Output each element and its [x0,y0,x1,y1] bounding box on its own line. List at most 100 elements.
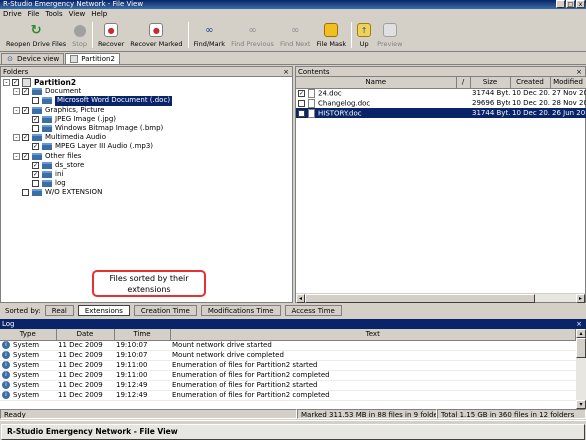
sort-creation-time-button[interactable]: Creation Time [133,305,197,316]
close-button[interactable]: x [576,0,585,8]
file-created: 10 Dec 20... [512,99,550,107]
checkbox[interactable]: ✓ [12,79,19,87]
sort-modifications-time-button[interactable]: Modifications Time [200,305,281,316]
log-column-type[interactable]: Type [0,329,57,341]
find-next-button[interactable]: ∞ Find Next [277,19,314,50]
tree-node[interactable]: - ✓ Document [1,87,292,96]
log-vertical-scrollbar[interactable]: ▴ ▾ [576,329,586,409]
log-row[interactable]: i System 11 Dec 2009 19:12:49 Enumeration of… [0,390,576,401]
column-created[interactable]: Created [510,77,551,89]
checkbox[interactable]: ✓ [32,115,39,123]
checkbox[interactable]: ✓ [298,89,305,97]
reopen-drive-files-button[interactable]: ↻ Reopen Drive Files [3,19,69,50]
contents-horizontal-scrollbar[interactable]: ◂ ▸ [296,293,585,303]
folders-close-icon[interactable]: × [283,67,289,77]
log-row[interactable]: i System 11 Dec 2009 19:12:49 Enumeration of… [0,380,576,391]
sort-real-button[interactable]: Real [44,305,74,316]
checkbox[interactable]: ✓ [32,161,39,169]
document-icon [308,88,315,98]
scroll-up-icon[interactable]: ▴ [576,329,586,338]
checkbox[interactable]: ✓ [22,134,29,142]
recover-icon: ● [104,23,119,37]
scrollbar-thumb[interactable] [576,338,586,358]
checkbox[interactable]: ✓ [32,143,39,151]
minimize-button[interactable]: _ [556,0,565,8]
log-row[interactable]: i System 11 Dec 2009 19:10:07 Mount network … [0,340,576,351]
tree-node[interactable]: ✓ ini [1,170,292,179]
log-row[interactable]: i System 11 Dec 2009 19:10:07 Mount network … [0,350,576,361]
log-row[interactable]: i System 11 Dec 2009 19:11:00 Enumeration of… [0,370,576,381]
scrollbar-thumb[interactable] [305,294,535,303]
checkbox[interactable] [32,97,39,105]
checkbox[interactable]: ✓ [22,152,29,160]
checkbox[interactable]: ✓ [32,170,39,178]
tree-node[interactable]: W/O EXTENSION [1,188,292,197]
reopen-icon: ↻ [30,22,42,38]
collapse-icon[interactable]: - [13,134,20,142]
checkbox[interactable]: ✓ [22,106,29,114]
stop-button[interactable]: Stop [69,19,90,50]
tree-node[interactable]: - ✓ Multimedia Audio [1,133,292,142]
tree-node[interactable]: ✓ ds_store [1,161,292,170]
menu-view[interactable]: View [69,9,86,19]
file-row[interactable]: ✓ 24.doc 31744 Byt...10 Dec 20...27 Nov 20 [296,88,586,98]
tree-node[interactable]: - ✓ Other files [1,152,292,161]
column-name[interactable]: Name [296,77,457,89]
sorted-by-label: Sorted by: [5,306,41,315]
column-size[interactable]: Size [470,77,511,89]
tab-device-view[interactable]: ⊙ Device view [1,53,65,64]
recover-marked-button[interactable]: ● Recover Marked [127,19,185,50]
sort-extensions-button[interactable]: Extensions [77,305,130,316]
checkbox[interactable] [298,109,305,117]
checkbox[interactable] [298,99,305,107]
log-column-date[interactable]: Date [56,329,115,341]
scroll-right-icon[interactable]: ▸ [576,294,585,303]
tab-partition2[interactable]: Partition2 [65,53,120,64]
find-mark-button[interactable]: ∞ Find/Mark [191,19,229,50]
maximize-button[interactable]: □ [566,0,575,8]
scroll-left-icon[interactable]: ◂ [296,294,305,303]
log-column-text[interactable]: Text [170,329,576,341]
tree-node[interactable]: ✓ JPEG Image (.jpg) [1,115,292,124]
column-sort[interactable]: / [456,77,471,89]
collapse-icon[interactable]: - [3,79,10,87]
log-close-icon[interactable]: × [576,319,582,329]
sort-access-time-button[interactable]: Access Time [284,305,342,316]
recover-button[interactable]: ● Recover [95,19,127,50]
taskbar-window-button[interactable]: R-Studio Emergency Network - File View [1,424,585,440]
column-modified[interactable]: Modified [550,77,586,89]
scroll-down-icon[interactable]: ▾ [576,400,586,409]
log-row[interactable]: i System 11 Dec 2009 19:11:00 Enumeration of… [0,360,576,371]
checkbox[interactable] [32,180,39,188]
menu-file[interactable]: File [28,9,40,19]
preview-button[interactable]: Preview [374,19,405,50]
tree-node[interactable]: log [1,179,292,188]
collapse-icon[interactable]: - [13,88,20,96]
contents-close-icon[interactable]: × [576,67,582,77]
tree-node[interactable]: - ✓ Partition2 [1,78,292,88]
folder-icon [42,125,52,133]
checkbox[interactable]: ✓ [22,88,29,96]
tree-node[interactable]: ✓ MPEG Layer III Audio (.mp3) [1,142,292,151]
log-text: Enumeration of files for Partition2 star… [170,380,576,391]
find-previous-button[interactable]: ∞ Find Previous [228,19,277,50]
contents-table: Name / Size Created Modified ✓ 24.doc 3174… [296,77,586,118]
tree-node[interactable]: Microsoft Word Document (.doc) [1,96,292,106]
menu-tools[interactable]: Tools [45,9,62,19]
file-row[interactable]: Changelog.doc 29696 Bytes10 Dec 20...28 N… [296,98,586,108]
menu-drive[interactable]: Drive [3,9,22,19]
collapse-icon[interactable]: - [13,152,20,160]
up-button[interactable]: ↑ Up [354,19,374,50]
file-mask-button[interactable]: File Mask [313,19,349,50]
log-type: System [13,391,40,399]
tree-node[interactable]: Windows Bitmap Image (.bmp) [1,124,292,133]
binoculars-icon: ∞ [205,24,214,36]
collapse-icon[interactable]: - [13,106,20,114]
menu-help[interactable]: Help [91,9,107,19]
log-column-time[interactable]: Time [114,329,171,341]
document-icon [308,108,315,118]
tree-node[interactable]: - ✓ Graphics, Picture [1,106,292,115]
checkbox[interactable] [32,125,39,133]
file-row[interactable]: HISTORY.doc 31744 Byt...10 Dec 20...26 Ju… [296,108,586,118]
checkbox[interactable] [22,189,29,197]
